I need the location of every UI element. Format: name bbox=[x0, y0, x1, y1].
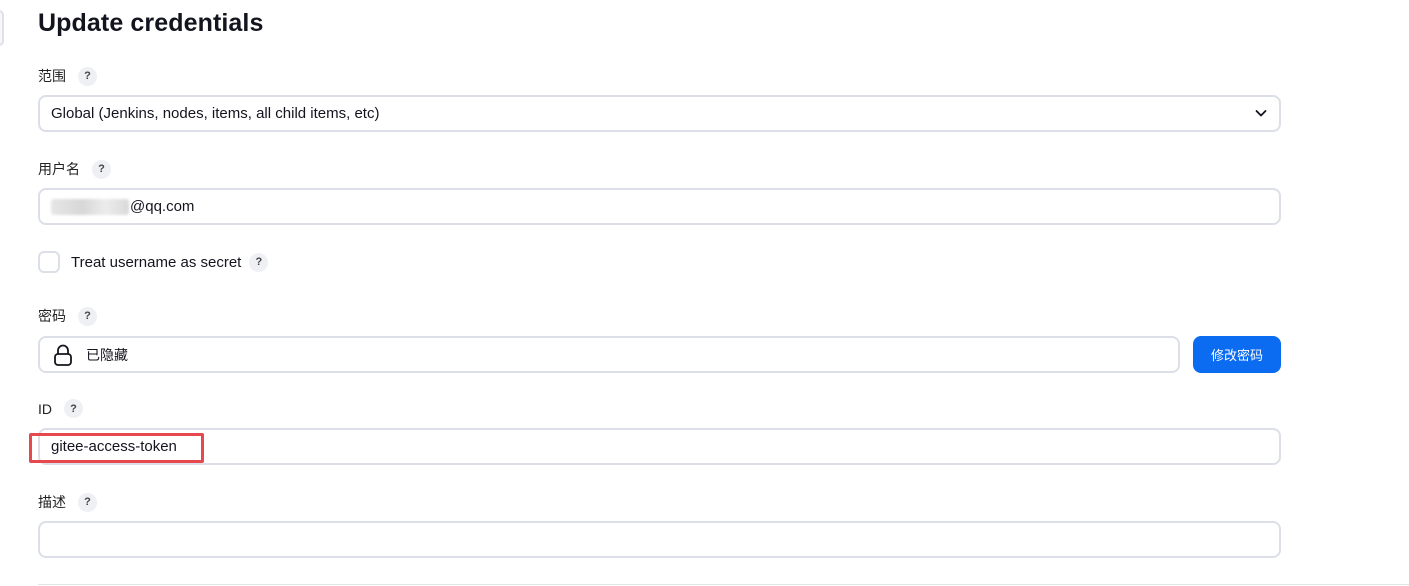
username-value: @qq.com bbox=[130, 198, 195, 215]
password-field: 已隐藏 bbox=[38, 336, 1180, 373]
id-label: ID bbox=[38, 400, 52, 417]
username-field[interactable]: @qq.com bbox=[38, 188, 1281, 225]
treat-username-secret-label[interactable]: Treat username as secret bbox=[71, 254, 241, 271]
description-field[interactable] bbox=[38, 521, 1281, 558]
scope-help-icon[interactable]: ? bbox=[78, 66, 97, 86]
chevron-down-icon bbox=[1255, 110, 1267, 117]
scope-label: 范围 bbox=[38, 68, 66, 84]
id-label-row: ID ? bbox=[38, 399, 83, 418]
divider bbox=[38, 584, 1409, 585]
scope-select[interactable]: Global (Jenkins, nodes, items, all child… bbox=[38, 95, 1281, 132]
scope-label-row: 范围 ? bbox=[38, 66, 97, 86]
redacted-text bbox=[51, 198, 129, 215]
scope-select-value: Global (Jenkins, nodes, items, all child… bbox=[51, 105, 380, 122]
treat-username-secret-row: Treat username as secret ? bbox=[38, 251, 269, 273]
password-help-icon[interactable]: ? bbox=[78, 306, 97, 326]
password-label: 密码 bbox=[38, 308, 66, 324]
username-label-row: 用户名 ? bbox=[38, 159, 111, 179]
change-password-button[interactable]: 修改密码 bbox=[1193, 336, 1281, 373]
description-label: 描述 bbox=[38, 494, 66, 510]
side-panel-tab[interactable] bbox=[0, 10, 4, 46]
description-label-row: 描述 ? bbox=[38, 492, 97, 512]
id-field[interactable]: gitee-access-token bbox=[38, 428, 1281, 465]
password-label-row: 密码 ? bbox=[38, 306, 97, 326]
page-title: Update credentials bbox=[38, 9, 264, 37]
id-value: gitee-access-token bbox=[51, 438, 177, 455]
lock-icon bbox=[54, 344, 72, 366]
id-help-icon[interactable]: ? bbox=[64, 399, 83, 418]
description-help-icon[interactable]: ? bbox=[78, 492, 97, 512]
treat-username-secret-help-icon[interactable]: ? bbox=[249, 252, 269, 272]
password-hidden-text: 已隐藏 bbox=[86, 346, 128, 363]
username-label: 用户名 bbox=[38, 161, 80, 177]
username-help-icon[interactable]: ? bbox=[92, 159, 111, 179]
treat-username-secret-checkbox[interactable] bbox=[38, 251, 60, 273]
